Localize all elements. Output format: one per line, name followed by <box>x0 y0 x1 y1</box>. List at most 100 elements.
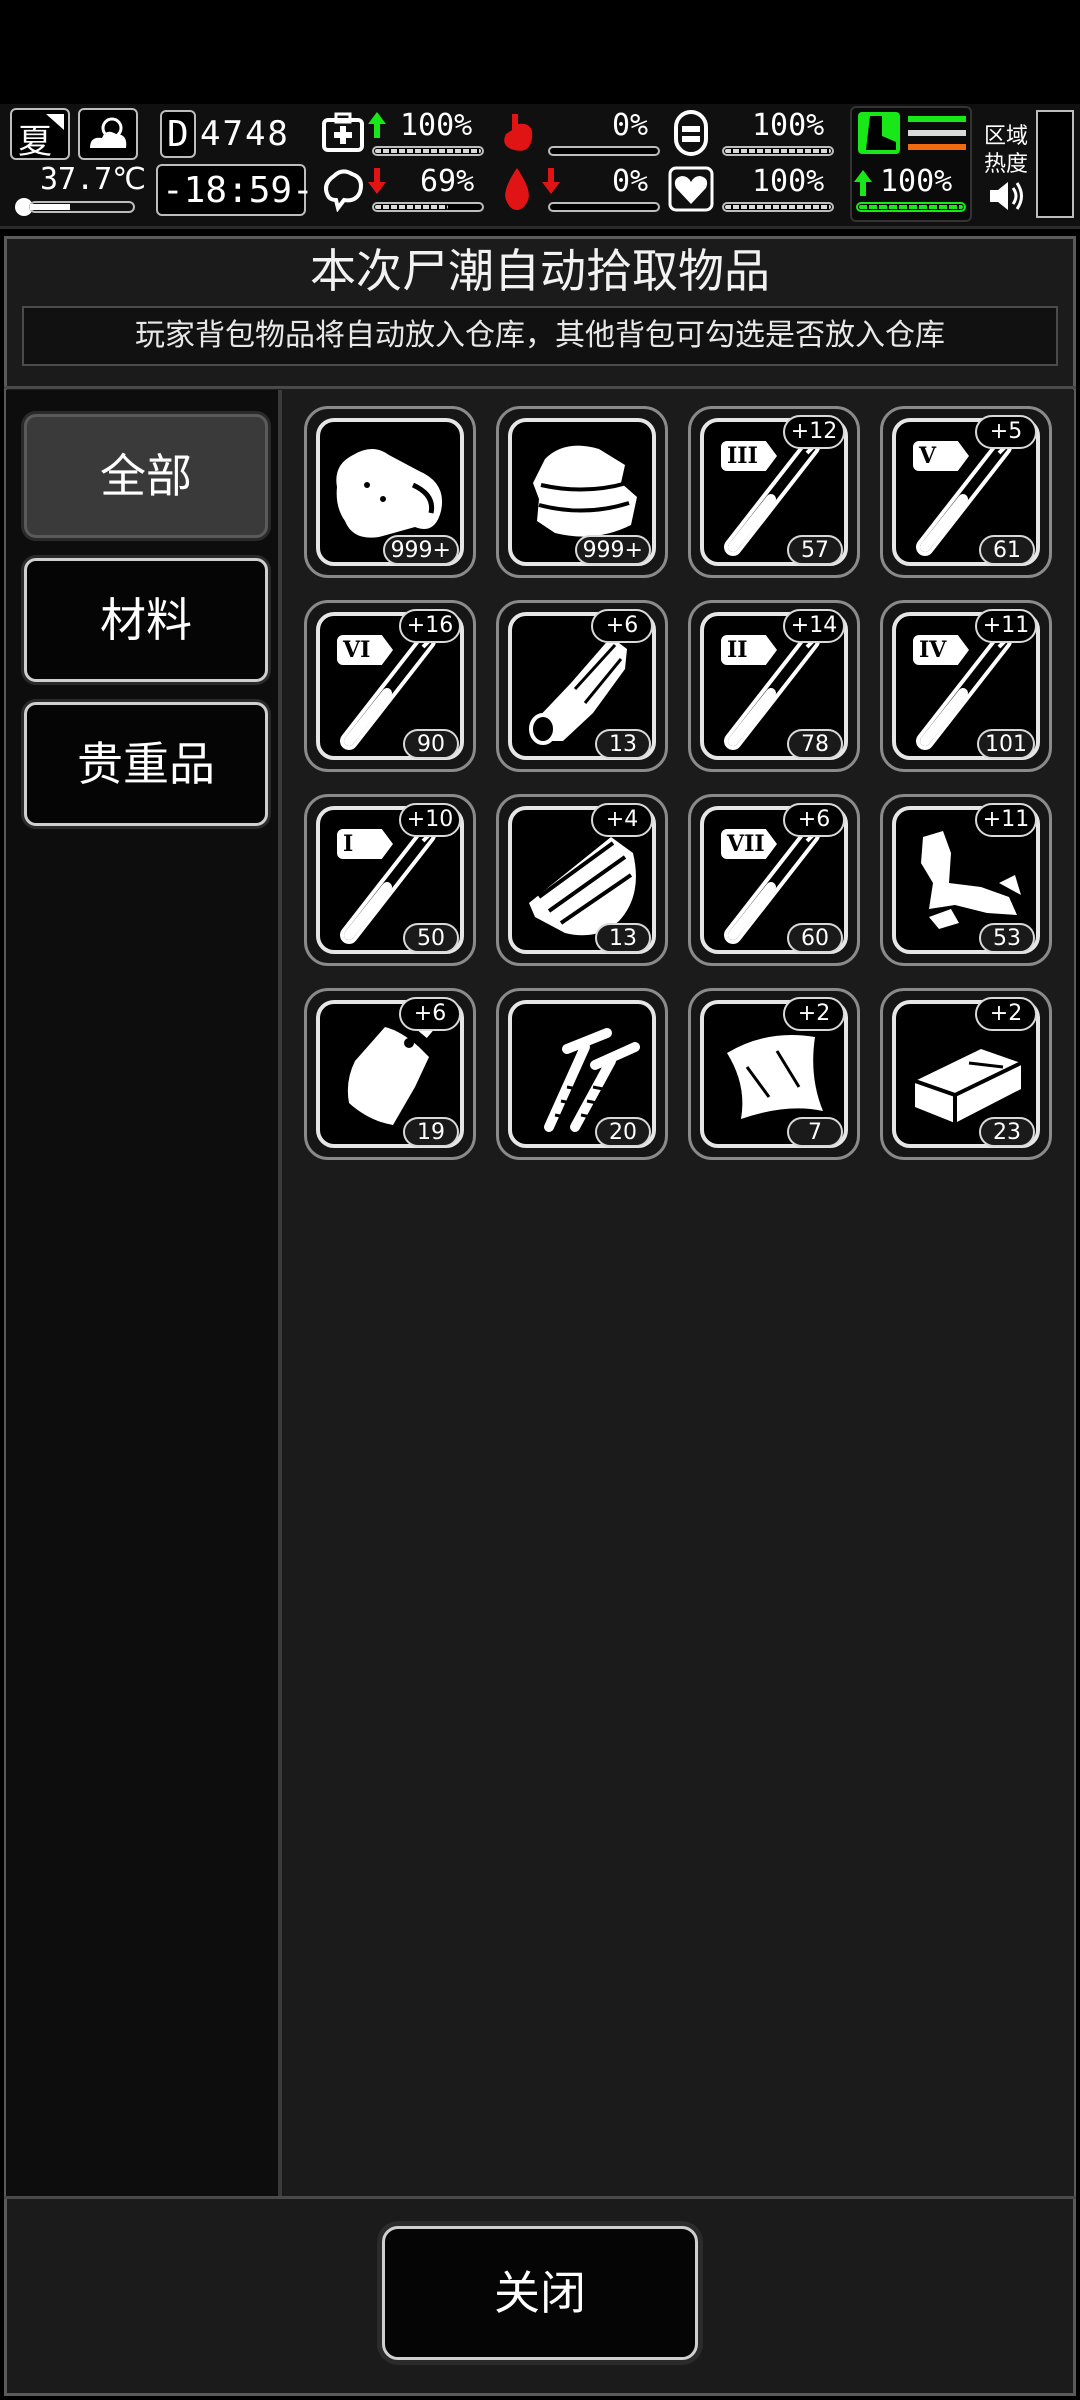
speed-percent: 100% <box>880 164 953 199</box>
item-count: 53 <box>979 923 1035 953</box>
item-count: 101 <box>977 729 1035 759</box>
item-gain-badge: +5 <box>975 415 1037 449</box>
medkit-icon <box>322 112 364 152</box>
item-gain-badge: +6 <box>399 997 461 1031</box>
item-slot[interactable]: +6 13 <box>496 600 668 772</box>
item-count: 999+ <box>574 535 651 565</box>
footer-divider <box>4 2196 1076 2199</box>
tier-label: VI <box>337 635 393 665</box>
item-gain-badge: +11 <box>975 609 1037 643</box>
item-gain-badge: +6 <box>783 803 845 837</box>
brain-icon <box>324 169 363 212</box>
panel-title: 本次尸潮自动拾取物品 <box>310 244 770 298</box>
heart-percent: 100% <box>752 164 825 199</box>
category-all-button[interactable]: 全部 <box>24 414 268 538</box>
thirst-down-arrow-icon <box>542 168 560 194</box>
item-slot[interactable]: +2 23 <box>880 988 1052 1160</box>
health-bar <box>372 146 484 156</box>
sanity-down-arrow-icon <box>368 168 386 194</box>
item-gain-badge: +14 <box>783 609 845 643</box>
panel-subtitle: 玩家背包物品将自动放入仓库，其他背包可勾选是否放入仓库 <box>22 306 1058 366</box>
item-slot[interactable]: V +5 61 <box>880 406 1052 578</box>
item-gain-badge: +10 <box>399 803 461 837</box>
item-grid: 999+ 999+ III +12 57 V +5 61 VI +16 90 +6 13 II +14 78 I… <box>288 390 1074 2196</box>
item-slot[interactable]: +4 13 <box>496 794 668 966</box>
sound-toggle-icon[interactable] <box>988 178 1028 214</box>
item-count: 57 <box>787 535 843 565</box>
clock-time: -18:59- <box>162 170 314 211</box>
item-count: 90 <box>403 729 459 759</box>
tier-label: IV <box>913 635 969 665</box>
temperature-readout: 37.7℃ <box>40 162 146 197</box>
speed-line-orange <box>908 144 966 150</box>
thirst-bar <box>548 202 660 212</box>
item-slot[interactable]: II +14 78 <box>688 600 860 772</box>
season-badge: 夏 <box>10 108 70 162</box>
tier-label: III <box>721 441 777 471</box>
item-count: 50 <box>403 923 459 953</box>
speed-line-white <box>908 130 966 136</box>
header-divider <box>4 386 1076 389</box>
stamina-bar <box>722 146 834 156</box>
item-gain-badge: +6 <box>591 609 653 643</box>
day-counter: 4748 <box>200 114 290 154</box>
item-slot[interactable]: 20 <box>496 988 668 1160</box>
item-count: 13 <box>595 923 651 953</box>
sanity-bar <box>372 202 484 212</box>
tier-label: VII <box>721 829 777 859</box>
category-valuables-button[interactable]: 贵重品 <box>24 702 268 826</box>
item-slot[interactable]: +11 53 <box>880 794 1052 966</box>
item-gain-badge: +2 <box>783 997 845 1031</box>
speed-line-green <box>908 116 966 122</box>
item-count: 60 <box>787 923 843 953</box>
tier-label: II <box>721 635 777 665</box>
day-prefix: D <box>167 114 189 155</box>
category-materials-button[interactable]: 材料 <box>24 558 268 682</box>
item-slot[interactable]: VII +6 60 <box>688 794 860 966</box>
item-gain-badge: +16 <box>399 609 461 643</box>
system-status-bar <box>0 0 1080 104</box>
thirst-percent: 0% <box>612 164 649 199</box>
item-count: 19 <box>403 1117 459 1147</box>
item-slot[interactable]: 999+ <box>496 406 668 578</box>
item-count: 78 <box>787 729 843 759</box>
item-count: 13 <box>595 729 651 759</box>
survival-hud: 夏 37.7℃ D 4748 -18:59- 100% 0% 100% 69% … <box>0 104 1080 229</box>
thermometer-icon <box>15 198 135 216</box>
item-gain-badge: +11 <box>975 803 1037 837</box>
zone-heat-meter <box>1036 110 1074 218</box>
item-gain-badge: +12 <box>783 415 845 449</box>
item-slot[interactable]: +2 7 <box>688 988 860 1160</box>
item-slot[interactable]: 999+ <box>304 406 476 578</box>
item-count: 7 <box>787 1117 843 1147</box>
clock-box: -18:59- <box>156 164 314 216</box>
health-percent: 100% <box>400 108 473 143</box>
speed-bar <box>856 202 966 212</box>
item-slot[interactable]: IV +11 101 <box>880 600 1052 772</box>
stomach-icon <box>504 114 533 151</box>
item-slot[interactable]: VI +16 90 <box>304 600 476 772</box>
sun-corner-icon <box>46 114 64 130</box>
item-count: 61 <box>979 535 1035 565</box>
hunger-percent: 0% <box>612 108 649 143</box>
heat-label: 热度 <box>984 152 1029 177</box>
blood-drop-icon <box>505 168 529 210</box>
day-badge: D <box>160 110 196 158</box>
speed-up-arrow-icon <box>854 170 872 196</box>
stamina-capsule-icon <box>674 110 708 156</box>
hunger-bar <box>548 146 660 156</box>
item-gain-badge: +4 <box>591 803 653 837</box>
item-count: 999+ <box>382 535 459 565</box>
item-count: 23 <box>979 1117 1035 1147</box>
heart-bar <box>722 202 834 212</box>
item-gain-badge: +2 <box>975 997 1037 1031</box>
close-button[interactable]: 关闭 <box>382 2226 698 2360</box>
item-slot[interactable]: III +12 57 <box>688 406 860 578</box>
item-slot[interactable]: I +10 50 <box>304 794 476 966</box>
item-slot[interactable]: +6 19 <box>304 988 476 1160</box>
boot-icon <box>858 112 900 154</box>
category-sidebar: 全部 材料 贵重品 <box>6 390 282 2196</box>
heart-icon <box>668 166 714 212</box>
tier-label: I <box>337 829 393 859</box>
partly-cloudy-icon <box>90 117 127 148</box>
